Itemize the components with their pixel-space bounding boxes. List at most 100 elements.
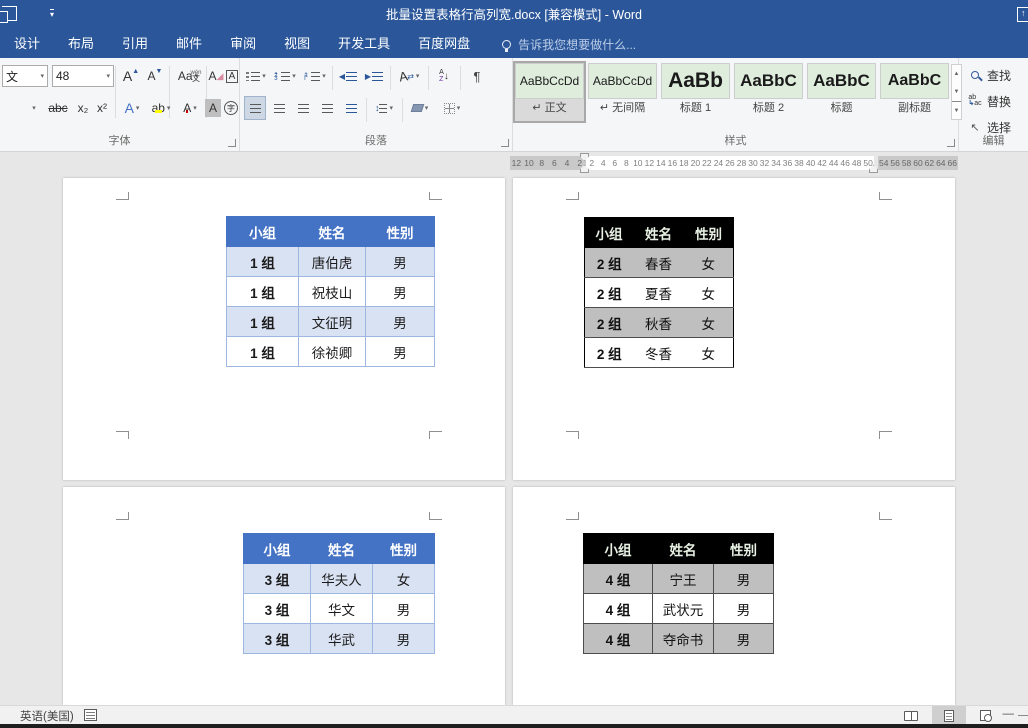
- subscript-button[interactable]: x₂: [74, 96, 92, 120]
- justify-button[interactable]: [316, 96, 338, 120]
- tab-2[interactable]: 引用: [108, 30, 162, 58]
- sort-button[interactable]: AZ ↓: [432, 64, 456, 88]
- table-cell[interactable]: 2 组: [585, 308, 634, 338]
- table-cell[interactable]: 1 组: [227, 337, 299, 367]
- table-cell[interactable]: 徐祯卿: [299, 337, 366, 367]
- find-button[interactable]: 查找: [967, 64, 1011, 86]
- table-cell[interactable]: 男: [366, 277, 435, 307]
- table-cell[interactable]: 男: [366, 307, 435, 337]
- table-cell[interactable]: 华武: [311, 624, 373, 654]
- page-3[interactable]: 小组姓名性别3 组华夫人女3 组华文男3 组华武男: [63, 487, 505, 705]
- bullets-button[interactable]: ▾: [244, 64, 268, 88]
- table-header-cell[interactable]: 性别: [366, 217, 435, 247]
- table-header-cell[interactable]: 小组: [227, 217, 299, 247]
- table-cell[interactable]: 女: [373, 564, 435, 594]
- table-cell[interactable]: 3 组: [244, 564, 311, 594]
- table-header-cell[interactable]: 性别: [373, 534, 435, 564]
- multilevel-list-button[interactable]: 1 a i▾: [302, 64, 328, 88]
- style-card-2[interactable]: AaBb标题 1: [661, 63, 730, 121]
- style-card-3[interactable]: AaBbC标题 2: [734, 63, 803, 121]
- table-cell[interactable]: 2 组: [585, 278, 634, 308]
- language-indicator[interactable]: 英语(美国): [20, 708, 74, 724]
- table-header-cell[interactable]: 姓名: [634, 218, 684, 248]
- table-header-cell[interactable]: 小组: [585, 218, 634, 248]
- font-dialog-launcher-icon[interactable]: [228, 139, 236, 147]
- grow-font-button[interactable]: A▲: [120, 64, 142, 88]
- table-header-cell[interactable]: 小组: [244, 534, 311, 564]
- page-2[interactable]: 小组姓名性别2 组春香女2 组夏香女2 组秋香女2 组冬香女: [513, 178, 955, 480]
- text-highlight-button[interactable]: ab▾: [147, 96, 175, 120]
- table-cell[interactable]: 1 组: [227, 307, 299, 337]
- tab-6[interactable]: 开发工具: [324, 30, 404, 58]
- show-hide-marks-button[interactable]: ¶: [466, 64, 488, 88]
- page-1[interactable]: 小组姓名性别1 组唐伯虎男1 组祝枝山男1 组文征明男1 组徐祯卿男: [63, 178, 505, 480]
- table-group-4[interactable]: 小组姓名性别4 组宁王男4 组武状元男4 组夺命书男: [583, 533, 774, 654]
- style-card-5[interactable]: AaBbC副标题: [880, 63, 949, 121]
- shrink-font-button[interactable]: A▼: [144, 64, 166, 88]
- borders-button[interactable]: ▾: [438, 96, 466, 120]
- table-header-cell[interactable]: 性别: [714, 534, 774, 564]
- zoom-out-icon[interactable]: —: [1003, 708, 1015, 720]
- distribute-button[interactable]: [340, 96, 362, 120]
- increase-indent-button[interactable]: ▶: [362, 64, 386, 88]
- underline-dropdown-icon[interactable]: ▾: [26, 96, 40, 120]
- table-cell[interactable]: 男: [714, 624, 774, 654]
- replace-button[interactable]: ab↳ac 替换: [967, 90, 1011, 112]
- table-cell[interactable]: 秋香: [634, 308, 684, 338]
- table-cell[interactable]: 春香: [634, 248, 684, 278]
- superscript-button[interactable]: x²: [93, 96, 111, 120]
- style-card-0[interactable]: AaBbCcDd↵ 正文: [515, 63, 584, 121]
- table-cell[interactable]: 女: [684, 338, 734, 368]
- zoom-slider[interactable]: [1018, 715, 1028, 716]
- table-cell[interactable]: 4 组: [584, 564, 653, 594]
- table-cell[interactable]: 女: [684, 248, 734, 278]
- read-mode-button[interactable]: [894, 706, 928, 725]
- table-cell[interactable]: 男: [714, 594, 774, 624]
- macro-record-icon[interactable]: [84, 709, 97, 721]
- table-cell[interactable]: 男: [373, 624, 435, 654]
- tab-0[interactable]: 设计: [0, 30, 54, 58]
- align-right-button[interactable]: [292, 96, 314, 120]
- font-color-button[interactable]: A▾: [177, 96, 203, 120]
- tell-me-box[interactable]: 告诉我您想要做什么...: [502, 36, 636, 53]
- ribbon-display-options-icon[interactable]: [1017, 7, 1028, 22]
- table-cell[interactable]: 文征明: [299, 307, 366, 337]
- decrease-indent-button[interactable]: ◀: [336, 64, 360, 88]
- paragraph-dialog-launcher-icon[interactable]: [501, 139, 509, 147]
- numbering-button[interactable]: 1 2 3▾: [272, 64, 298, 88]
- shading-button[interactable]: ▾: [406, 96, 434, 120]
- table-cell[interactable]: 冬香: [634, 338, 684, 368]
- table-group-3[interactable]: 小组姓名性别3 组华夫人女3 组华文男3 组华武男: [243, 533, 435, 654]
- tab-7[interactable]: 百度网盘: [404, 30, 484, 58]
- styles-dialog-launcher-icon[interactable]: [947, 139, 955, 147]
- align-center-button[interactable]: [268, 96, 290, 120]
- character-shading-button[interactable]: A: [205, 99, 221, 117]
- font-name-combo[interactable]: 文 ▾: [2, 65, 48, 87]
- print-layout-button[interactable]: [932, 706, 966, 725]
- table-group-1[interactable]: 小组姓名性别1 组唐伯虎男1 组祝枝山男1 组文征明男1 组徐祯卿男: [226, 216, 435, 367]
- enclose-characters-button[interactable]: 字: [223, 96, 239, 120]
- table-group-2[interactable]: 小组姓名性别2 组春香女2 组夏香女2 组秋香女2 组冬香女: [584, 217, 734, 368]
- table-cell[interactable]: 华文: [311, 594, 373, 624]
- table-cell[interactable]: 祝枝山: [299, 277, 366, 307]
- table-cell[interactable]: 4 组: [584, 594, 653, 624]
- table-cell[interactable]: 武状元: [653, 594, 714, 624]
- clear-formatting-icon[interactable]: A◢: [208, 64, 224, 88]
- style-card-1[interactable]: AaBbCcDd↵ 无间隔: [588, 63, 657, 121]
- table-header-cell[interactable]: 姓名: [299, 217, 366, 247]
- style-card-4[interactable]: AaBbC标题: [807, 63, 876, 121]
- table-cell[interactable]: 女: [684, 278, 734, 308]
- table-header-cell[interactable]: 姓名: [653, 534, 714, 564]
- table-cell[interactable]: 2 组: [585, 248, 634, 278]
- page-4[interactable]: 小组姓名性别4 组宁王男4 组武状元男4 组夺命书男: [513, 487, 955, 705]
- character-border-button[interactable]: A: [224, 64, 240, 88]
- asian-layout-button[interactable]: A⇄▾: [394, 64, 424, 88]
- table-cell[interactable]: 1 组: [227, 277, 299, 307]
- table-cell[interactable]: 宁王: [653, 564, 714, 594]
- table-cell[interactable]: 男: [366, 247, 435, 277]
- horizontal-ruler[interactable]: 12108642 2468101214161820222426283032343…: [510, 156, 958, 170]
- table-cell[interactable]: 3 组: [244, 594, 311, 624]
- table-header-cell[interactable]: 姓名: [311, 534, 373, 564]
- web-layout-button[interactable]: [968, 706, 1002, 725]
- table-cell[interactable]: 男: [373, 594, 435, 624]
